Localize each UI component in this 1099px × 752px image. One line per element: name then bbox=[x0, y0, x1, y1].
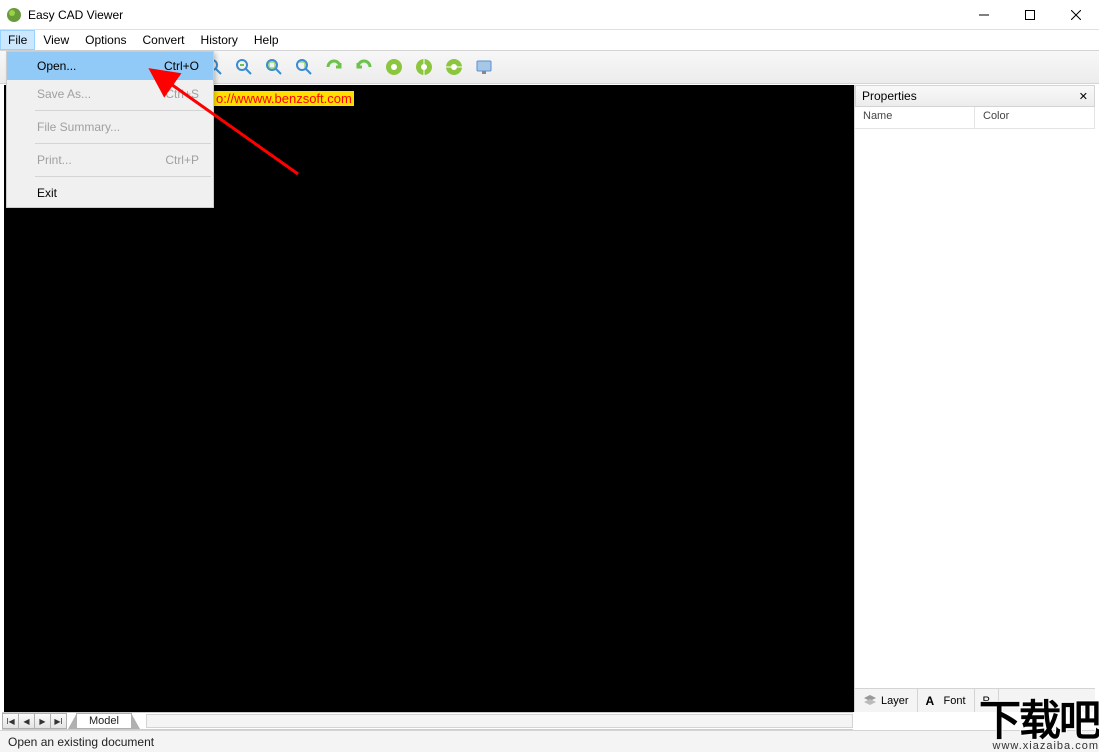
properties-body bbox=[855, 129, 1095, 688]
menu-help[interactable]: Help bbox=[246, 30, 287, 50]
menu-separator bbox=[35, 143, 211, 144]
menu-item-label: Print... bbox=[37, 153, 72, 167]
status-message: Open an existing document bbox=[8, 735, 154, 749]
layers-icon bbox=[863, 694, 877, 708]
menu-item-label: Open... bbox=[37, 59, 76, 73]
properties-title: Properties bbox=[862, 89, 917, 103]
font-icon: A bbox=[926, 694, 940, 708]
minimize-button[interactable] bbox=[961, 0, 1007, 30]
menu-item-label: File Summary... bbox=[37, 120, 120, 134]
menu-view[interactable]: View bbox=[35, 30, 77, 50]
close-button[interactable] bbox=[1053, 0, 1099, 30]
gear2-button[interactable] bbox=[410, 53, 438, 81]
menu-item-shortcut: Ctrl+O bbox=[164, 59, 199, 73]
tab-label: Layer bbox=[881, 695, 909, 707]
watermark-logo: 下载吧 bbox=[979, 702, 1099, 740]
redo-button[interactable] bbox=[320, 53, 348, 81]
col-name[interactable]: Name bbox=[855, 107, 975, 128]
sheet-scroll-track[interactable] bbox=[146, 714, 853, 728]
sheet-first-button[interactable]: I◀ bbox=[2, 713, 19, 729]
zoom-window-button[interactable] bbox=[290, 53, 318, 81]
watermark-url: www.xiazaiba.com bbox=[979, 740, 1099, 752]
window-title: Easy CAD Viewer bbox=[28, 8, 961, 22]
menu-options[interactable]: Options bbox=[77, 30, 134, 50]
properties-close-icon[interactable]: ✕ bbox=[1079, 90, 1088, 103]
menu-file[interactable]: File bbox=[0, 30, 35, 50]
col-color[interactable]: Color bbox=[975, 107, 1095, 128]
file-dropdown: Open... Ctrl+O Save As... Ctrl+S File Su… bbox=[6, 51, 214, 208]
sheet-prev-button[interactable]: ◀ bbox=[18, 713, 35, 729]
window-controls bbox=[961, 0, 1099, 30]
sheet-next-button[interactable]: ▶ bbox=[34, 713, 51, 729]
menu-item-save-as[interactable]: Save As... Ctrl+S bbox=[7, 80, 213, 108]
sheet-tabs: I◀ ◀ ▶ ▶I Model bbox=[2, 712, 853, 730]
watermark: 下载吧 www.xiazaiba.com bbox=[979, 702, 1099, 752]
properties-columns: Name Color bbox=[855, 107, 1095, 129]
properties-header: Properties ✕ bbox=[855, 85, 1095, 107]
monitor-button[interactable] bbox=[470, 53, 498, 81]
sheet-tab-model[interactable]: Model bbox=[76, 713, 132, 729]
tab-label: Font bbox=[944, 695, 966, 707]
menu-item-label: Exit bbox=[37, 186, 57, 200]
menu-separator bbox=[35, 176, 211, 177]
menu-item-print[interactable]: Print... Ctrl+P bbox=[7, 146, 213, 174]
tab-layer[interactable]: Layer bbox=[855, 689, 918, 712]
sheet-last-button[interactable]: ▶I bbox=[50, 713, 67, 729]
menu-item-open[interactable]: Open... Ctrl+O bbox=[7, 52, 213, 80]
menu-item-shortcut: Ctrl+P bbox=[165, 153, 199, 167]
titlebar: Easy CAD Viewer bbox=[0, 0, 1099, 30]
menu-history[interactable]: History bbox=[193, 30, 246, 50]
gear3-button[interactable] bbox=[440, 53, 468, 81]
maximize-button[interactable] bbox=[1007, 0, 1053, 30]
gear1-button[interactable] bbox=[380, 53, 408, 81]
menu-item-shortcut: Ctrl+S bbox=[165, 87, 199, 101]
menu-convert[interactable]: Convert bbox=[135, 30, 193, 50]
zoom-extents-button[interactable] bbox=[260, 53, 288, 81]
zoom-out-button[interactable] bbox=[230, 53, 258, 81]
menubar: File View Options Convert History Help bbox=[0, 30, 1099, 51]
statusbar: Open an existing document bbox=[0, 730, 1099, 752]
url-banner: o://wwww.benzsoft.com bbox=[214, 91, 354, 106]
undo-button[interactable] bbox=[350, 53, 378, 81]
tab-font[interactable]: A Font bbox=[918, 689, 975, 712]
app-icon bbox=[6, 7, 22, 23]
menu-item-exit[interactable]: Exit bbox=[7, 179, 213, 207]
menu-separator bbox=[35, 110, 211, 111]
properties-panel: Properties ✕ Name Color Layer A Font P bbox=[854, 85, 1095, 712]
menu-item-label: Save As... bbox=[37, 87, 91, 101]
menu-item-file-summary[interactable]: File Summary... bbox=[7, 113, 213, 141]
